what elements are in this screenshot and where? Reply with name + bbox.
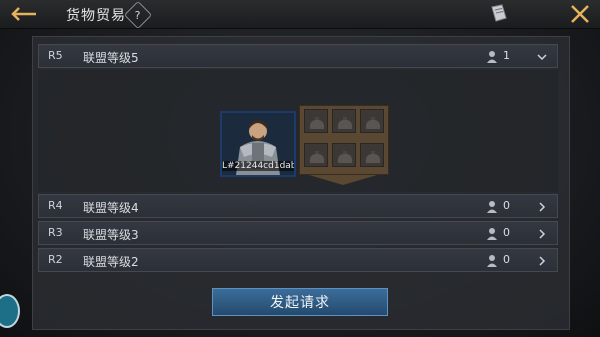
rank-name: 联盟等级5 [83, 51, 139, 65]
rank-label: R4 [48, 199, 63, 212]
cargo-slot[interactable] [360, 109, 384, 133]
cargo-slot[interactable] [332, 109, 356, 133]
cargo-sack-icon [309, 151, 325, 163]
rank-name: 联盟等级4 [83, 201, 139, 215]
member-count: 0 [503, 253, 510, 266]
chevron-right-icon [539, 256, 546, 266]
rank-row-r3[interactable]: R3 联盟等级3 0 [38, 221, 558, 245]
member-card[interactable]: L#21244cd1dab [220, 111, 296, 177]
rank-row-r5[interactable]: R5 联盟等级5 1 [38, 44, 558, 68]
member-count: 0 [503, 226, 510, 239]
person-icon [487, 228, 497, 240]
back-arrow-icon [11, 7, 36, 21]
chevron-down-icon [537, 54, 547, 61]
rank-label: R3 [48, 226, 63, 239]
cargo-sack-icon [365, 151, 381, 163]
close-icon [571, 5, 589, 23]
member-name: L#21244cd1dab [222, 161, 296, 171]
rank-row-r4[interactable]: R4 联盟等级4 0 [38, 194, 558, 218]
page-title: 货物贸易 [66, 8, 126, 24]
cargo-slot[interactable] [360, 143, 384, 167]
top-bar: 货物贸易 ? [0, 0, 600, 30]
cargo-pointer [309, 175, 377, 185]
rank-label: R5 [48, 49, 63, 62]
rank-row-r2[interactable]: R2 联盟等级2 0 [38, 248, 558, 272]
r5-member-area [38, 70, 558, 192]
book-icon [491, 4, 507, 22]
chevron-right-icon [539, 202, 546, 212]
help-button[interactable]: ? [123, 0, 153, 30]
side-avatar[interactable] [0, 294, 20, 328]
person-icon [487, 201, 497, 213]
cargo-slot[interactable] [304, 143, 328, 167]
member-count: 1 [503, 49, 510, 62]
cargo-slot[interactable] [332, 143, 356, 167]
rank-name: 联盟等级2 [83, 255, 139, 269]
rank-name: 联盟等级3 [83, 228, 139, 242]
cargo-slot[interactable] [304, 109, 328, 133]
cargo-sack-icon [309, 117, 325, 129]
help-icon: ? [135, 8, 141, 22]
cargo-sack-icon [365, 117, 381, 129]
request-button[interactable]: 发起请求 [212, 288, 388, 316]
close-button[interactable] [568, 3, 592, 25]
cargo-sack-icon [337, 151, 353, 163]
chevron-right-icon [539, 229, 546, 239]
book-button[interactable] [488, 4, 510, 24]
back-button[interactable] [4, 2, 44, 26]
cargo-sack-icon [337, 117, 353, 129]
rank-label: R2 [48, 253, 63, 266]
person-icon [487, 255, 497, 267]
person-icon [487, 51, 497, 63]
member-count: 0 [503, 199, 510, 212]
